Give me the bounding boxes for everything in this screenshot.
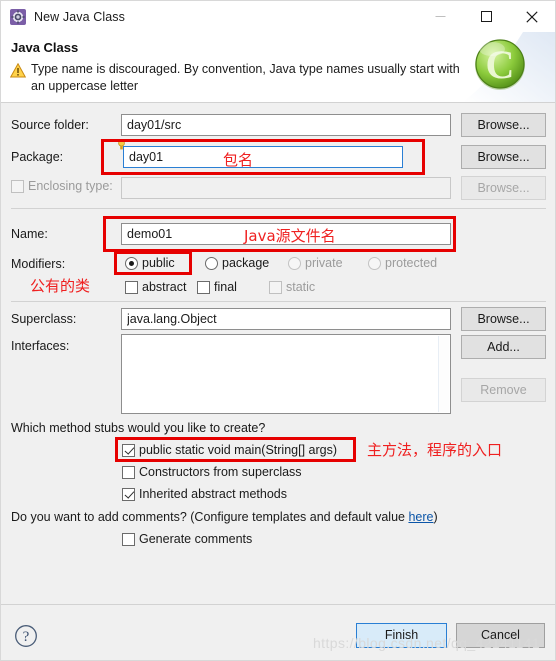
checkbox-main-label: public static void main(String[] args) xyxy=(139,443,337,457)
checkbox-static-label: static xyxy=(286,280,316,294)
radio-package-box xyxy=(205,256,218,270)
modifier-checkbox-final[interactable]: final xyxy=(197,280,237,294)
checkbox-inherited-label: Inherited abstract methods xyxy=(139,487,287,501)
checkbox-static-box xyxy=(269,280,282,294)
radio-protected-label: protected xyxy=(385,256,438,270)
radio-protected-box xyxy=(368,256,381,270)
checkbox-final-label: final xyxy=(214,280,237,294)
superclass-label: Superclass: xyxy=(11,312,77,326)
svg-text:?: ? xyxy=(23,629,30,645)
stub-checkbox-constructors[interactable]: Constructors from superclass xyxy=(122,465,302,479)
page-title: Java Class xyxy=(11,40,79,55)
name-label: Name: xyxy=(11,227,48,241)
interfaces-remove-button[interactable]: Remove xyxy=(461,378,546,402)
source-folder-browse-button[interactable]: Browse... xyxy=(461,113,546,137)
checkbox-final-box xyxy=(197,280,210,294)
source-folder-label: Source folder: xyxy=(11,118,89,132)
annotation-label-main: 主方法，程序的入口 xyxy=(367,441,503,459)
configure-templates-link[interactable]: here xyxy=(408,510,433,524)
enclosing-type-browse-button[interactable]: Browse... xyxy=(461,176,546,200)
watermark: https://blog.csdn.net/qq_42141141 xyxy=(313,635,541,651)
checkbox-generate-comments-box xyxy=(122,532,135,546)
checkbox-abstract-label: abstract xyxy=(142,280,187,294)
source-folder-input[interactable] xyxy=(121,114,451,136)
package-browse-button[interactable]: Browse... xyxy=(461,145,546,169)
radio-public-label: public xyxy=(142,256,175,270)
dialog-body: Source folder: Browse... Package: Browse… xyxy=(1,103,555,604)
checkbox-main-box xyxy=(122,443,135,457)
stub-checkbox-inherited[interactable]: Inherited abstract methods xyxy=(122,487,287,501)
new-java-class-dialog: New Java Class C Java Class Type name is… xyxy=(0,0,556,661)
interfaces-list-scrollbar[interactable] xyxy=(438,336,449,412)
enclosing-type-checkbox[interactable]: Enclosing type: xyxy=(11,179,113,193)
interfaces-list[interactable] xyxy=(121,334,451,414)
annotation-label-public: 公有的类 xyxy=(30,277,91,295)
modifier-radio-private[interactable]: private xyxy=(288,256,343,270)
enclosing-type-input[interactable] xyxy=(121,177,451,199)
checkbox-constructors-label: Constructors from superclass xyxy=(139,465,302,479)
annotation-label-package: 包名 xyxy=(223,151,254,169)
radio-private-label: private xyxy=(305,256,343,270)
maximize-icon[interactable] xyxy=(463,1,509,32)
package-input[interactable] xyxy=(123,146,403,168)
comments-question: Do you want to add comments? (Configure … xyxy=(11,510,438,524)
superclass-input[interactable] xyxy=(121,308,451,330)
window-controls xyxy=(417,1,555,32)
modifier-checkbox-abstract[interactable]: abstract xyxy=(125,280,186,294)
checkbox-abstract-box xyxy=(125,280,138,294)
modifier-checkbox-static[interactable]: static xyxy=(269,280,315,294)
modifier-radio-public[interactable]: public xyxy=(125,256,175,270)
enclosing-type-checkbox-box xyxy=(11,179,24,193)
interfaces-add-button[interactable]: Add... xyxy=(461,335,546,359)
checkbox-constructors-box xyxy=(122,465,135,479)
annotation-label-name: Java源文件名 xyxy=(244,227,336,245)
package-label: Package: xyxy=(11,150,64,164)
comments-question-prefix: Do you want to add comments? (Configure … xyxy=(11,510,409,524)
warning-icon xyxy=(9,62,27,78)
generate-comments-checkbox[interactable]: Generate comments xyxy=(122,532,252,546)
java-class-wizard-icon xyxy=(10,8,26,25)
section-separator xyxy=(11,208,546,209)
enclosing-type-label: Enclosing type: xyxy=(28,179,113,193)
checkbox-inherited-box xyxy=(122,487,135,501)
comments-question-suffix: ) xyxy=(433,510,438,524)
title-bar: New Java Class xyxy=(1,1,555,32)
stub-checkbox-main[interactable]: public static void main(String[] args) xyxy=(122,443,337,457)
method-stubs-question: Which method stubs would you like to cre… xyxy=(11,421,266,435)
window-title: New Java Class xyxy=(34,9,126,24)
radio-public-box xyxy=(125,256,138,270)
superclass-browse-button[interactable]: Browse... xyxy=(461,307,546,331)
section-separator-2 xyxy=(11,301,546,302)
radio-package-label: package xyxy=(222,256,270,270)
wizard-header: C Java Class Type name is discouraged. B… xyxy=(1,32,555,102)
interfaces-label: Interfaces: xyxy=(11,339,70,353)
help-icon[interactable]: ? xyxy=(14,624,38,648)
modifier-radio-package[interactable]: package xyxy=(205,256,269,270)
checkbox-generate-comments-label: Generate comments xyxy=(139,532,253,546)
modifier-radio-protected[interactable]: protected xyxy=(368,256,437,270)
minimize-icon[interactable] xyxy=(417,1,463,32)
radio-private-box xyxy=(288,256,301,270)
modifiers-label: Modifiers: xyxy=(11,257,66,271)
close-icon[interactable] xyxy=(509,1,555,32)
validation-message: Type name is discouraged. By convention,… xyxy=(31,62,460,93)
